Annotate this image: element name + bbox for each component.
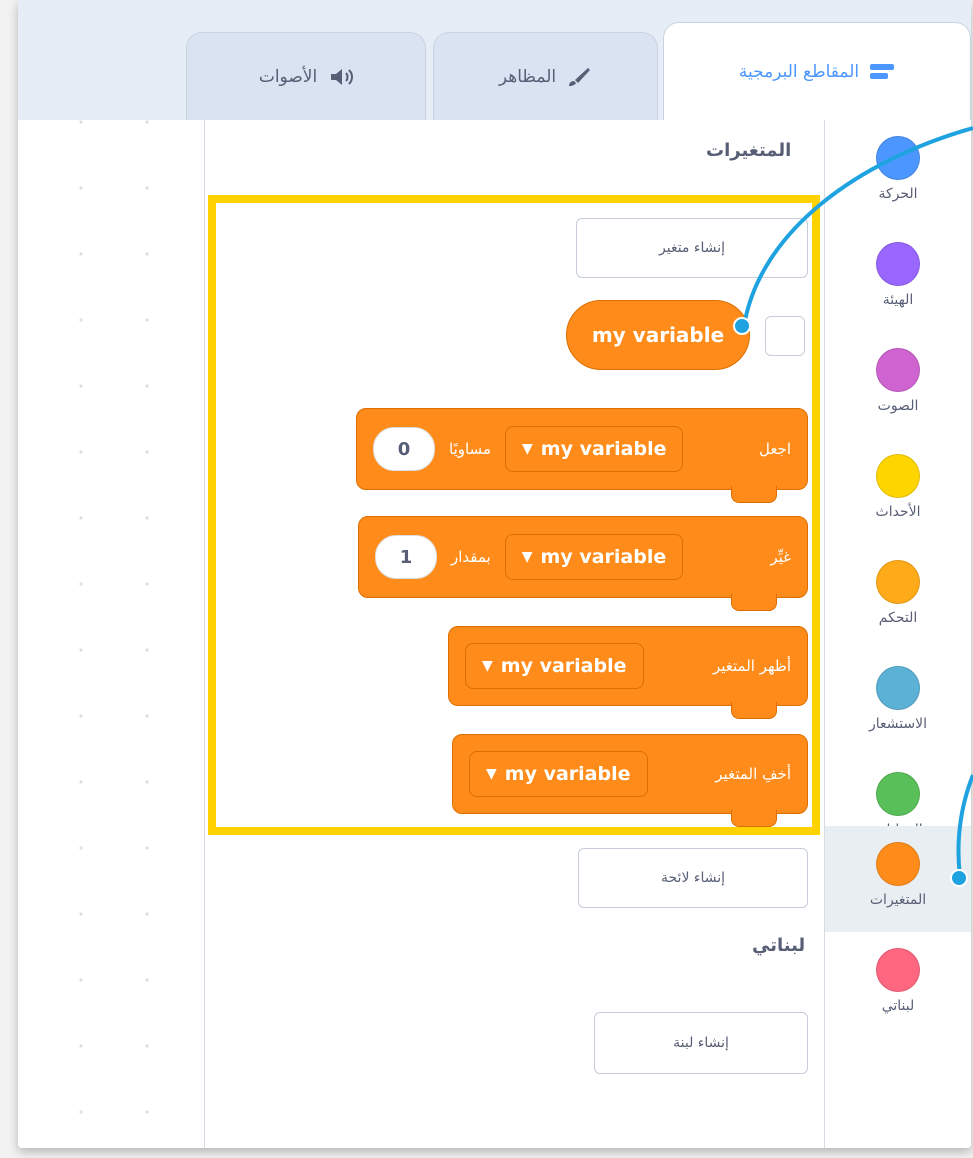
chevron-down-icon: ▼ [486,766,497,782]
set-value-input[interactable]: 0 [373,427,435,471]
dropdown-label: my variable [540,546,667,568]
reporter-label: my variable [591,323,725,347]
category-sensing[interactable]: الاستشعار [825,650,971,756]
operators-category-icon [876,772,920,816]
change-connector-label: بمقدار [451,548,491,566]
category-looks[interactable]: الهيئة [825,226,971,332]
dropdown-label: my variable [540,438,667,460]
category-variables[interactable]: المتغيرات [825,826,971,932]
category-control[interactable]: التحكم [825,544,971,650]
show-verb-label: أظهر المتغير [712,657,791,675]
hide-variable-dropdown[interactable]: ▼ my variable [469,751,648,797]
tab-code-label: المقاطع البرمجية [738,62,860,82]
category-label: الهيئة [882,292,914,308]
my-blocks-section-title: لبناتي [752,935,806,956]
change-verb-label: غيِّر [770,548,791,566]
category-motion[interactable]: الحركة [825,120,971,226]
tab-sounds[interactable]: الأصوات [186,32,426,120]
dropdown-label: my variable [504,763,631,785]
block-connector-tab [731,702,777,719]
category-label: الصوت [877,398,919,414]
category-label: لبناتي [881,998,915,1014]
variables-section-title: المتغيرات [706,140,792,161]
category-label: الحركة [878,186,918,202]
code-blocks-icon [869,61,895,83]
change-variable-dropdown[interactable]: ▼ my variable [504,534,684,580]
hide-verb-label: أخفِ المتغير [715,765,791,783]
category-menu: الحركة الهيئة الصوت الأحداث التحكم الاست… [824,120,971,1148]
events-category-icon [876,454,920,498]
make-list-button[interactable]: إنشاء لائحة [578,848,808,908]
brush-icon [566,66,592,88]
chevron-down-icon: ▼ [521,549,533,565]
speaker-icon [327,66,354,88]
tab-sounds-label: الأصوات [258,66,318,87]
set-connector-label: مساويًا [449,440,491,458]
set-variable-block[interactable]: 0 مساويًا ▼ my variable اجعل [356,408,808,503]
category-my-blocks[interactable]: لبناتي [825,932,971,1038]
control-category-icon [876,560,920,604]
tab-costumes-label: المظاهر [498,66,557,87]
category-label: الأحداث [875,504,921,520]
my-variable-reporter[interactable]: my variable [566,300,750,370]
make-block-button[interactable]: إنشاء لبنة [594,1012,808,1074]
chevron-down-icon: ▼ [521,441,533,457]
make-variable-button[interactable]: إنشاء متغير [576,218,808,278]
block-connector-tab [731,594,777,611]
chevron-down-icon: ▼ [482,658,493,674]
my-blocks-category-icon [876,948,920,992]
variables-category-icon [876,842,920,886]
tab-costumes[interactable]: المظاهر [433,32,658,120]
hide-variable-block[interactable]: ▼ my variable أخفِ المتغير [452,734,808,827]
dropdown-label: my variable [500,655,627,677]
tab-code[interactable]: المقاطع البرمجية [663,22,971,121]
sensing-category-icon [876,666,920,710]
looks-category-icon [876,242,920,286]
category-events[interactable]: الأحداث [825,438,971,544]
show-variable-dropdown[interactable]: ▼ my variable [465,643,644,689]
change-value-input[interactable]: 1 [375,535,437,579]
category-label: المتغيرات [869,892,927,908]
motion-category-icon [876,136,920,180]
block-connector-tab [731,486,777,503]
set-variable-dropdown[interactable]: ▼ my variable [504,426,684,472]
script-workspace[interactable] [18,120,204,1148]
change-variable-block[interactable]: 1 بمقدار ▼ my variable غيِّر [358,516,808,611]
sound-category-icon [876,348,920,392]
tab-bar: الأصوات المظاهر المقاطع البرمجية [18,0,971,121]
set-verb-label: اجعل [758,440,791,458]
category-sound[interactable]: الصوت [825,332,971,438]
block-connector-tab [731,810,777,827]
show-variable-checkbox[interactable] [765,316,805,356]
category-label: الاستشعار [868,716,928,732]
category-label: التحكم [878,610,918,626]
show-variable-block[interactable]: ▼ my variable أظهر المتغير [448,626,808,719]
